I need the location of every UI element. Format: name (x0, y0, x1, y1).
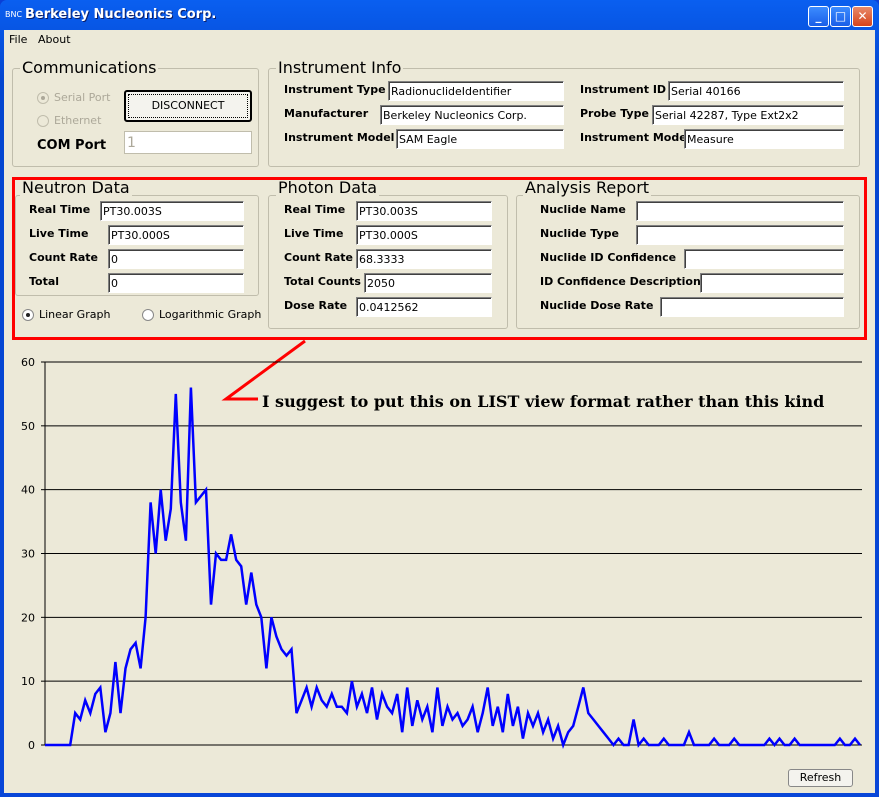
refresh-button[interactable]: Refresh (788, 769, 853, 787)
y-tick-label: 50 (21, 420, 35, 433)
y-tick-label: 0 (28, 739, 35, 752)
y-tick-label: 10 (21, 675, 35, 688)
y-tick-label: 20 (21, 611, 35, 624)
annotation-arrow (221, 339, 306, 401)
y-tick-label: 40 (21, 484, 35, 497)
y-tick-label: 60 (21, 356, 35, 369)
spectrum-line (45, 387, 861, 750)
annotation-text: I suggest to put this on LIST view forma… (262, 392, 825, 411)
y-tick-label: 30 (21, 548, 35, 561)
